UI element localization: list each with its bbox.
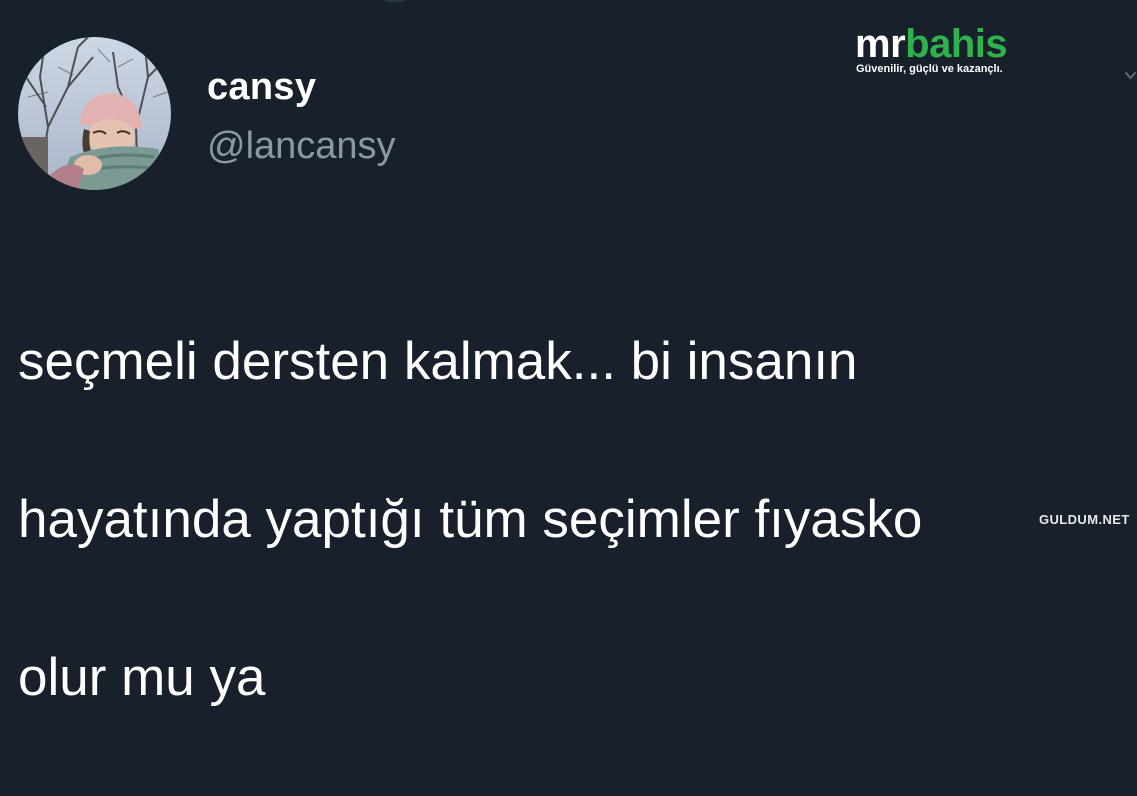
logo-part-mr: mr	[855, 22, 906, 66]
site-watermark: GULDUM.NET	[1039, 512, 1130, 527]
avatar[interactable]	[18, 37, 171, 190]
logo-part-bahis: bahis	[905, 22, 1008, 66]
avatar-photo	[18, 37, 171, 190]
logo-tagline: Güvenilir, güçlü ve kazançlı.	[856, 63, 1003, 75]
tweet-text-line: olur mu ya	[18, 648, 266, 707]
tweet-text-line: seçmeli dersten kalmak... bi insanın	[18, 332, 858, 391]
user-handle[interactable]: @lancansy	[207, 125, 396, 168]
tweet-text: seçmeli dersten kalmak... bi insanın hay…	[18, 243, 1128, 796]
tweet-text-line: hayatında yaptığı tüm seçimler fıyasko	[18, 490, 923, 549]
chevron-down-icon[interactable]	[1124, 69, 1137, 82]
brand-logo: mrbahis Güvenilir, güçlü ve kazançlı.	[855, 24, 1055, 86]
tweet-card: cansy @lancansy seçmeli dersten kalmak..…	[0, 0, 1137, 707]
logo-wordmark: mrbahis	[855, 24, 1008, 64]
display-name[interactable]: cansy	[207, 66, 316, 109]
top-edge-artifact	[384, 0, 406, 2]
